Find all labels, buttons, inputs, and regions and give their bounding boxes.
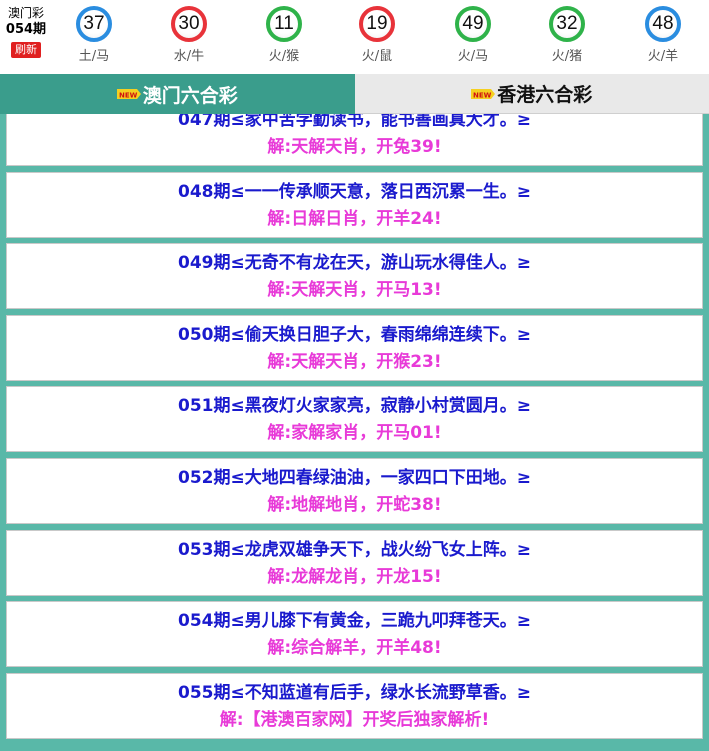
list-item: 053期≤龙虎双雄争天下，战火纷飞女上阵。≥ 解:龙解龙肖，开龙15! (6, 529, 703, 596)
ball-icon: 19 (359, 6, 395, 42)
answer-text: 解:龙解龙肖，开龙15! (267, 566, 442, 587)
ball-icon: 48 (645, 6, 681, 42)
tab-label: 香港六合彩 (497, 84, 593, 106)
ball-label: 水/牛 (173, 49, 205, 64)
riddle-text: 053期≤龙虎双雄争天下，战火纷飞女上阵。≥ (178, 539, 531, 560)
list-item: 052期≤大地四春绿油油，一家四口下田地。≥ 解:地解地肖，开蛇38! (6, 457, 703, 524)
lottery-tabs: NEW 澳门六合彩 NEW 香港六合彩 (0, 74, 709, 114)
ball-label: 火/猴 (268, 49, 300, 64)
ball-number: 37 (83, 13, 105, 34)
ball-number: 49 (462, 13, 484, 34)
issue-number: 054期 (5, 22, 47, 37)
result-ball-6: 32 火/猪 (537, 6, 597, 64)
result-ball-4: 19 火/鼠 (347, 6, 407, 64)
list-item: 055期≤不知蓝道有后手，绿水长流野草香。≥ 解:【港澳百家网】开奖后独家解析! (6, 672, 703, 739)
ball-number: 32 (556, 13, 578, 34)
lottery-info: 澳门彩 054期 刷新 (4, 6, 48, 58)
riddle-text: 047期≤家中苦学勤读书，能书善画真大才。≥ (178, 114, 531, 130)
ball-label: 火/羊 (647, 49, 679, 64)
result-ball-1: 37 土/马 (64, 6, 124, 64)
content-frame: 047期≤家中苦学勤读书，能书善画真大才。≥ 解:天解天肖，开兔39! 048期… (0, 114, 709, 751)
result-ball-3: 11 火/猴 (254, 6, 314, 64)
riddle-text: 055期≤不知蓝道有后手，绿水长流野草香。≥ (178, 682, 531, 703)
riddle-text: 054期≤男儿膝下有黄金，三跪九叩拜苍天。≥ (178, 611, 531, 632)
ball-number: 30 (178, 13, 200, 34)
svg-text:NEW: NEW (473, 91, 492, 99)
ball-icon: 32 (549, 6, 585, 42)
riddle-text: 052期≤大地四春绿油油，一家四口下田地。≥ (178, 467, 531, 488)
ball-icon: 37 (76, 6, 112, 42)
ball-icon: 30 (171, 6, 207, 42)
result-ball-2: 30 水/牛 (159, 6, 219, 64)
answer-text: 解:天解天肖，开马13! (267, 280, 442, 301)
ball-label: 火/鼠 (361, 49, 393, 64)
ball-number: 19 (366, 13, 388, 34)
answer-text: 解:天解天肖，开猴23! (267, 351, 442, 372)
list-item: 051期≤黑夜灯火家家亮，寂静小村赏圆月。≥ 解:家解家肖，开马01! (6, 386, 703, 453)
result-ball-7: 48 火/羊 (633, 6, 693, 64)
ball-label: 土/马 (78, 49, 110, 64)
ball-icon: 11 (266, 6, 302, 42)
tab-hongkong[interactable]: NEW 香港六合彩 (354, 74, 709, 114)
prediction-list[interactable]: 047期≤家中苦学勤读书，能书善画真大才。≥ 解:天解天肖，开兔39! 048期… (6, 114, 703, 744)
riddle-text: 050期≤偷天换日胆子大，春雨绵绵连续下。≥ (178, 324, 531, 345)
answer-text: 解:地解地肖，开蛇38! (267, 494, 442, 515)
list-item: 050期≤偷天换日胆子大，春雨绵绵连续下。≥ 解:天解天肖，开猴23! (6, 314, 703, 381)
ball-label: 火/猪 (551, 49, 583, 64)
riddle-text: 051期≤黑夜灯火家家亮，寂静小村赏圆月。≥ (178, 396, 531, 417)
new-badge-icon: NEW (471, 86, 496, 102)
result-ball-5: 49 火/马 (443, 6, 503, 64)
tab-macau[interactable]: NEW 澳门六合彩 (0, 74, 355, 114)
svg-text:NEW: NEW (119, 92, 138, 100)
lottery-name: 澳门彩 (7, 6, 44, 20)
answer-text: 解:【港澳百家网】开奖后独家解析! (219, 709, 490, 730)
new-badge-icon: NEW (116, 86, 141, 102)
riddle-text: 049期≤无奇不有龙在天，游山玩水得佳人。≥ (178, 253, 531, 274)
list-item: 047期≤家中苦学勤读书，能书善画真大才。≥ 解:天解天肖，开兔39! (6, 114, 703, 166)
answer-text: 解:天解天肖，开兔39! (267, 137, 442, 157)
answer-text: 解:日解日肖，开羊24! (267, 208, 442, 229)
ball-label: 火/马 (457, 49, 489, 64)
ball-number: 11 (274, 13, 294, 34)
ball-number: 48 (652, 13, 674, 34)
riddle-text: 048期≤一一传承顺天意，落日西沉累一生。≥ (178, 181, 531, 202)
answer-text: 解:家解家肖，开马01! (267, 423, 442, 444)
list-item: 049期≤无奇不有龙在天，游山玩水得佳人。≥ 解:天解天肖，开马13! (6, 243, 703, 310)
ball-icon: 49 (455, 6, 491, 42)
tab-label: 澳门六合彩 (142, 84, 238, 107)
answer-text: 解:综合解羊，开羊48! (267, 638, 442, 659)
list-item: 054期≤男儿膝下有黄金，三跪九叩拜苍天。≥ 解:综合解羊，开羊48! (6, 601, 703, 668)
list-item: 048期≤一一传承顺天意，落日西沉累一生。≥ 解:日解日肖，开羊24! (6, 171, 703, 238)
refresh-button[interactable]: 刷新 (11, 42, 41, 58)
draw-result-header: 澳门彩 054期 刷新 37 土/马 30 水/牛 11 火/猴 19 火/鼠 … (0, 0, 709, 74)
